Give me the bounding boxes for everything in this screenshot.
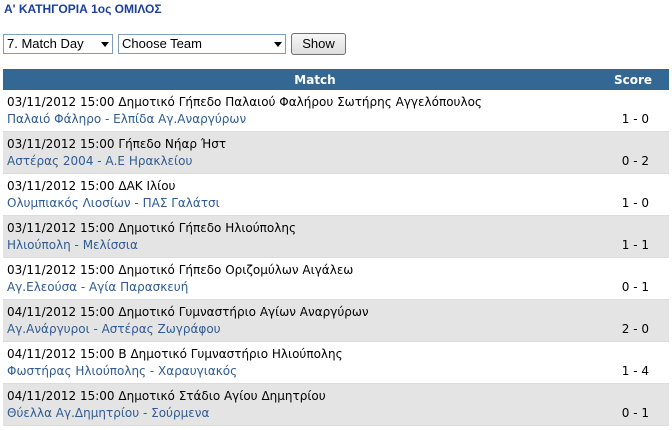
matches-table: Match Score 03/11/2012 15:00 Δημοτικό Γή… xyxy=(3,69,669,426)
chevron-down-icon xyxy=(274,42,282,47)
match-venue: Β Δημοτικό Γυμναστήριο Ηλιούπολης xyxy=(118,347,343,361)
match-datetime: 03/11/2012 15:00 xyxy=(7,179,115,193)
table-row: 03/11/2012 15:00 Γήπεδο Νήαρ Ήστ Αστέρας… xyxy=(3,132,669,174)
match-score: 2 - 0 xyxy=(621,322,649,336)
match-teams-link[interactable]: Ηλιούπολη - Μελίσσια xyxy=(7,238,138,252)
chevron-down-icon xyxy=(101,42,109,47)
match-datetime: 03/11/2012 15:00 xyxy=(7,137,115,151)
match-score: 1 - 0 xyxy=(621,196,649,210)
match-teams-link[interactable]: Παλαιό Φάληρο - Ελπίδα Αγ.Αναργύρων xyxy=(7,112,246,126)
match-teams-link[interactable]: Αστέρας 2004 - Α.Ε Ηρακλείου xyxy=(7,154,192,168)
round-select-value: 7. Match Day xyxy=(7,36,84,51)
match-info: 03/11/2012 15:00 Δημοτικό Γήπεδο Ηλιούπο… xyxy=(7,221,296,235)
team-select[interactable]: Choose Team xyxy=(118,34,286,54)
page-title: Α' ΚΑΤΗΓΟΡΙΑ 1ος ΟΜΙΛΟΣ xyxy=(4,2,162,16)
match-info: 04/11/2012 15:00 Β Δημοτικό Γυμναστήριο … xyxy=(7,347,343,361)
match-venue: Δημοτικό Γήπεδο Παλαιού Φαλήρου Σωτήρης … xyxy=(118,95,482,109)
table-row: 03/11/2012 15:00 Δημοτικό Γήπεδο Ηλιούπο… xyxy=(3,216,669,258)
match-info: 03/11/2012 15:00 ΔΑΚ Ιλίου xyxy=(7,179,175,193)
table-row: 04/11/2012 15:00 Δημοτικό Στάδιο Αγίου Δ… xyxy=(3,384,669,426)
table-row: 04/11/2012 15:00 Β Δημοτικό Γυμναστήριο … xyxy=(3,342,669,384)
team-select-value: Choose Team xyxy=(122,36,202,51)
match-venue: Δημοτικό Γήπεδο Οριζομύλων Αιγάλεω xyxy=(118,263,354,277)
match-teams-link[interactable]: Αγ.Ανάργυροι - Αστέρας Ζωγράφου xyxy=(7,322,221,336)
match-score: 1 - 4 xyxy=(621,364,649,378)
match-datetime: 03/11/2012 15:00 xyxy=(7,95,115,109)
match-datetime: 03/11/2012 15:00 xyxy=(7,263,115,277)
table-row: 03/11/2012 15:00 Δημοτικό Γήπεδο Παλαιού… xyxy=(3,90,669,132)
match-score: 0 - 1 xyxy=(621,280,649,294)
match-venue: Δημοτικό Στάδιο Αγίου Δημητρίου xyxy=(118,389,326,403)
match-teams-link[interactable]: Φωστήρας Ηλιούπολης - Χαραυγιακός xyxy=(7,364,237,378)
match-teams-link[interactable]: Αγ.Ελεούσα - Αγία Παρασκευή xyxy=(7,280,188,294)
match-score: 0 - 1 xyxy=(621,406,649,420)
match-score: 1 - 1 xyxy=(621,238,649,252)
table-row: 03/11/2012 15:00 Δημοτικό Γήπεδο Οριζομύ… xyxy=(3,258,669,300)
table-header: Match Score xyxy=(3,69,669,90)
filter-controls: 7. Match Day Choose Team Show xyxy=(3,33,346,55)
match-info: 03/11/2012 15:00 Δημοτικό Γήπεδο Οριζομύ… xyxy=(7,263,353,277)
match-datetime: 04/11/2012 15:00 xyxy=(7,305,115,319)
round-select[interactable]: 7. Match Day xyxy=(3,34,113,54)
match-venue: Δημοτικό Γήπεδο Ηλιούπολης xyxy=(118,221,296,235)
match-venue: Δημοτικό Γυμναστήριο Αγίων Αναργύρων xyxy=(118,305,369,319)
match-info: 04/11/2012 15:00 Δημοτικό Γυμναστήριο Αγ… xyxy=(7,305,369,319)
match-datetime: 04/11/2012 15:00 xyxy=(7,389,115,403)
match-teams-link[interactable]: Ολυμπιακός Λιοσίων - ΠΑΣ Γαλάτσι xyxy=(7,196,220,210)
match-datetime: 04/11/2012 15:00 xyxy=(7,347,115,361)
match-venue: ΔΑΚ Ιλίου xyxy=(118,179,176,193)
match-datetime: 03/11/2012 15:00 xyxy=(7,221,115,235)
show-button[interactable]: Show xyxy=(291,33,346,55)
column-header-score: Score xyxy=(613,72,653,87)
match-info: 03/11/2012 15:00 Δημοτικό Γήπεδο Παλαιού… xyxy=(7,95,482,109)
table-row: 03/11/2012 15:00 ΔΑΚ Ιλίου Ολυμπιακός Λι… xyxy=(3,174,669,216)
column-header-match: Match xyxy=(294,72,336,87)
match-score: 0 - 2 xyxy=(621,154,649,168)
table-row: 04/11/2012 15:00 Δημοτικό Γυμναστήριο Αγ… xyxy=(3,300,669,342)
match-info: 03/11/2012 15:00 Γήπεδο Νήαρ Ήστ xyxy=(7,137,226,151)
match-venue: Γήπεδο Νήαρ Ήστ xyxy=(118,137,227,151)
match-teams-link[interactable]: Θύελλα Αγ.Δημητρίου - Σούρμενα xyxy=(7,406,209,420)
match-info: 04/11/2012 15:00 Δημοτικό Στάδιο Αγίου Δ… xyxy=(7,389,326,403)
match-score: 1 - 0 xyxy=(621,112,649,126)
